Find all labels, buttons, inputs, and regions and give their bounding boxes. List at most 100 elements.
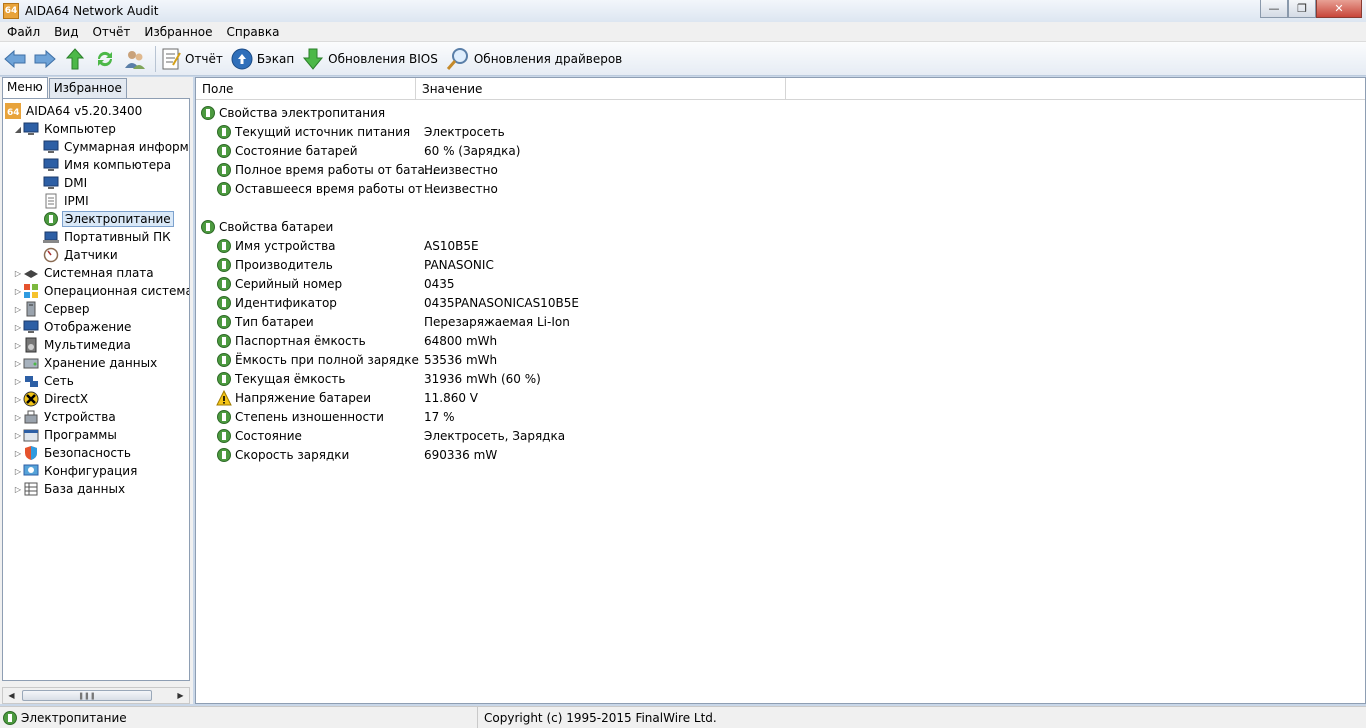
network-icon [23,373,39,389]
table-row[interactable]: Скорость зарядки 690336 mW [200,445,497,464]
field-value: 11.860 V [424,390,479,405]
up-arrow-icon[interactable] [63,47,87,71]
tree-item-database[interactable]: ▷ База данных [13,480,127,498]
tree-item-programs[interactable]: ▷ Программы [13,426,119,444]
tree-item-server[interactable]: ▷ Сервер [13,300,91,318]
power-icon [200,219,216,235]
collapsed-arrow-icon[interactable]: ▷ [13,282,23,300]
tree-item-computer[interactable]: ◢ Компьютер [13,120,118,138]
tree-item-computer-name[interactable]: Имя компьютера [43,156,173,174]
computer-icon [43,157,59,173]
power-icon [43,211,59,227]
table-row[interactable]: Паспортная ёмкость 64800 mWh [200,331,497,350]
tree-item-multimedia[interactable]: ▷ Мультимедиа [13,336,133,354]
power-icon [216,181,232,197]
toolbar: Отчёт Бэкап Обновления BIOS Обновления д… [0,42,1366,76]
table-row[interactable]: Текущая ёмкость 31936 mWh (60 %) [200,369,541,388]
collapsed-arrow-icon[interactable]: ▷ [13,390,23,408]
collapsed-arrow-icon[interactable]: ▷ [13,408,23,426]
scroll-left-arrow-icon[interactable]: ◀ [3,688,20,703]
tree-item-configuration[interactable]: ▷ Конфигурация [13,462,139,480]
table-row[interactable]: Производитель PANASONIC [200,255,494,274]
backup-label: Бэкап [256,51,295,66]
tree-item-ipmi[interactable]: IPMI [43,192,91,210]
tree-item-motherboard[interactable]: ▷ Системная плата [13,264,156,282]
tree-item-root[interactable]: 64 AIDA64 v5.20.3400 [5,102,144,120]
bios-updates-button[interactable]: Обновления BIOS [302,47,438,71]
table-row[interactable]: Тип батареи Перезаряжаемая Li-Ion [200,312,570,331]
menu-favorites[interactable]: Избранное [137,22,219,42]
table-row[interactable]: Ёмкость при полной зарядке 53536 mWh [200,350,497,369]
directx-icon [23,391,39,407]
field-label: Скорость зарядки [235,447,350,462]
scrollbar-thumb[interactable]: ❚❚❚ [22,690,152,701]
table-row[interactable]: Идентификатор 0435PANASONICAS10B5E [200,293,579,312]
menu-file[interactable]: Файл [0,22,47,42]
navigation-panel: Меню Избранное 64 AIDA64 v5.20.3400 ◢ Ко… [0,77,193,704]
collapsed-arrow-icon[interactable]: ▷ [13,300,23,318]
power-icon [216,428,232,444]
menu-help[interactable]: Справка [220,22,287,42]
collapsed-arrow-icon[interactable]: ▷ [13,354,23,372]
table-row[interactable]: Имя устройства AS10B5E [200,236,479,255]
tree-item-storage[interactable]: ▷ Хранение данных [13,354,159,372]
table-row[interactable]: Серийный номер 0435 [200,274,455,293]
tree-item-summary[interactable]: Суммарная информация [43,138,189,156]
database-icon [23,481,39,497]
report-button[interactable]: Отчёт [161,48,223,70]
column-header: Поле Значение [196,78,1365,100]
back-arrow-icon[interactable] [3,47,27,71]
tree-item-security[interactable]: ▷ Безопасность [13,444,133,462]
table-row[interactable]: Напряжение батареи 11.860 V [200,388,478,407]
collapsed-arrow-icon[interactable]: ▷ [13,480,23,498]
motherboard-icon [23,265,39,281]
table-row[interactable]: Состояние батарей 60 % (Зарядка) [200,141,520,160]
collapsed-arrow-icon[interactable]: ▷ [13,318,23,336]
tree-item-portable-pc[interactable]: Портативный ПК [43,228,173,246]
windows-icon [23,283,39,299]
tree-item-network[interactable]: ▷ Сеть [13,372,76,390]
table-row[interactable]: Степень изношенности 17 % [200,407,455,426]
group-header: Свойства батареи [200,217,333,236]
maximize-button[interactable]: ❐ [1288,0,1316,18]
users-icon[interactable] [123,47,147,71]
column-value[interactable]: Значение [416,78,786,100]
group-header: Свойства электропитания [200,103,385,122]
tree-item-display[interactable]: ▷ Отображение [13,318,133,336]
scroll-right-arrow-icon[interactable]: ▶ [172,688,189,703]
menu-view[interactable]: Вид [47,22,85,42]
tab-menu[interactable]: Меню [2,77,48,98]
collapsed-arrow-icon[interactable]: ▷ [13,462,23,480]
tree-horizontal-scrollbar[interactable]: ◀ ❚❚❚ ▶ [2,687,190,704]
collapsed-arrow-icon[interactable]: ▷ [13,336,23,354]
scrollbar-track[interactable]: ❚❚❚ [20,688,172,703]
power-icon [2,710,18,726]
tree-item-os[interactable]: ▷ Операционная система [13,282,189,300]
close-button[interactable]: ✕ [1316,0,1362,18]
minimize-button[interactable]: — [1260,0,1288,18]
toolbar-separator [155,45,156,72]
table-row[interactable]: Текущий источник питания Электросеть [200,122,505,141]
tree-item-directx[interactable]: ▷ DirectX [13,390,90,408]
menu-report[interactable]: Отчёт [85,22,137,42]
expanded-arrow-icon[interactable]: ◢ [13,120,23,138]
tree-item-sensors[interactable]: Датчики [43,246,120,264]
forward-arrow-icon[interactable] [33,47,57,71]
table-row[interactable]: Полное время работы от бата... Неизвестн… [200,160,498,179]
tree-item-power[interactable]: Электропитание [43,210,174,228]
tree-item-dmi[interactable]: DMI [43,174,89,192]
driver-updates-button[interactable]: Обновления драйверов [446,47,622,71]
collapsed-arrow-icon[interactable]: ▷ [13,426,23,444]
collapsed-arrow-icon[interactable]: ▷ [13,264,23,282]
tree-item-devices[interactable]: ▷ Устройства [13,408,118,426]
refresh-icon[interactable] [93,47,117,71]
table-row[interactable]: Состояние Электросеть, Зарядка [200,426,565,445]
column-field[interactable]: Поле [196,78,416,100]
backup-button[interactable]: Бэкап [231,48,294,70]
collapsed-arrow-icon[interactable]: ▷ [13,444,23,462]
table-row[interactable]: Оставшееся время работы от ... Неизвестн… [200,179,498,198]
tab-favorites[interactable]: Избранное [48,78,127,98]
power-icon [216,143,232,159]
collapsed-arrow-icon[interactable]: ▷ [13,372,23,390]
configuration-icon [23,463,39,479]
